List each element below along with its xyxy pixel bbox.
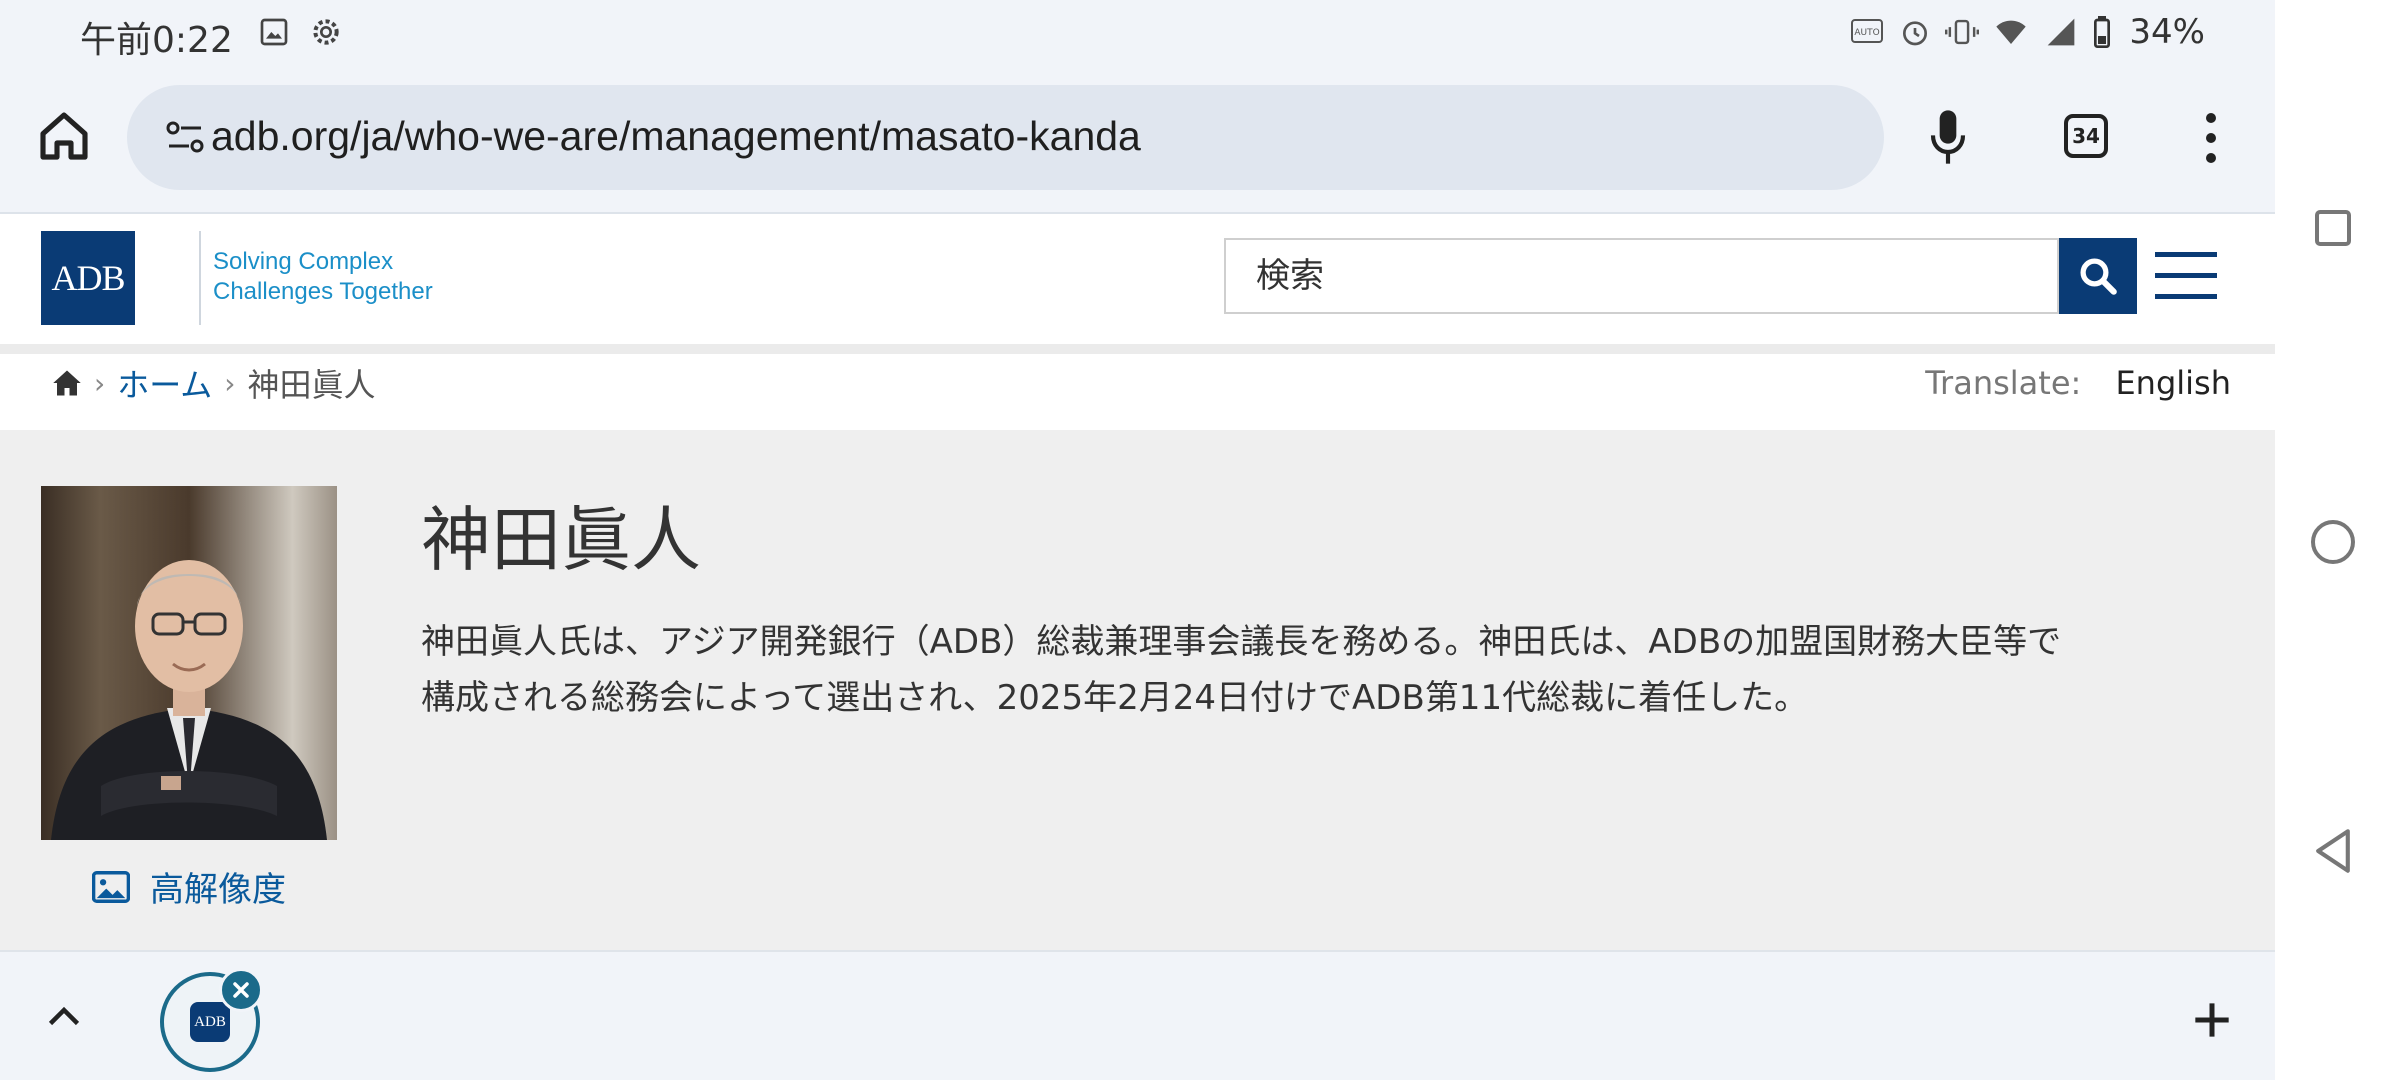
site-header: ADB Solving Complex Challenges Together … [0,212,2275,344]
wifi-icon [1996,20,2027,44]
close-icon [233,982,249,998]
hamburger-icon[interactable] [2155,252,2217,300]
search-input[interactable]: 検索 [1224,238,2059,314]
battery-percentage: 34% [2129,12,2205,52]
system-home-button[interactable] [2311,520,2355,564]
breadcrumb-separator: › [224,366,236,400]
breadcrumb-separator: › [94,366,106,400]
gear-icon [313,19,339,45]
home-icon[interactable] [36,108,92,164]
logo-divider [199,231,201,325]
breadcrumb-current: 神田眞人 [247,366,376,404]
tab-switcher-button[interactable]: 34 [2064,114,2108,158]
tab-strip: ADB [0,950,2275,1080]
close-tab-button[interactable] [219,968,263,1012]
picture-icon [92,870,130,903]
back-icon[interactable] [2313,828,2353,874]
translate-widget: Translate: English [1925,364,2231,402]
site-settings-icon[interactable] [165,119,205,155]
alarm-icon [1903,21,1928,46]
more-vert-icon[interactable] [2203,110,2219,166]
page-title: 神田眞人 [421,499,701,581]
breadcrumb: › ホーム › 神田眞人 [52,360,375,406]
profile-portrait [41,486,337,840]
vibrate-icon [1945,19,1980,45]
chevron-up-icon[interactable] [46,1002,82,1030]
image-icon [260,18,288,46]
url-text[interactable]: adb.org/ja/who-we-are/management/masato-… [211,113,1141,160]
battery-icon [2094,16,2111,48]
auto-hz-icon: AUTO [1851,19,1884,43]
recents-button[interactable] [2315,210,2351,246]
plus-icon[interactable] [2192,1000,2232,1040]
browser-toolbar: adb.org/ja/who-we-are/management/masato-… [0,64,2275,212]
status-system-icons: AUTO 34% [1851,12,2205,52]
profile-section: 高解像度 神田眞人 神田眞人氏は、アジア開発銀行（ADB）総裁兼理事会議長を務め… [0,430,2275,950]
high-resolution-link[interactable]: 高解像度 [92,862,286,911]
translate-label: Translate: [1925,364,2082,402]
tagline-line2: Challenges Together [213,278,433,305]
svg-text:AUTO: AUTO [1855,28,1880,38]
bio-line: 神田眞人氏は、アジア開発銀行（ADB）総裁兼理事会議長を務める。神田氏は、ADB… [421,622,2062,662]
status-notification-icons [258,16,342,48]
system-nav-bar [2275,0,2400,1080]
tagline-line1: Solving Complex [213,248,394,275]
search-icon [2080,258,2117,295]
mic-icon[interactable] [1928,105,1968,169]
adb-logo[interactable]: ADB [41,231,135,325]
tagline: Solving Complex Challenges Together [213,247,433,307]
breadcrumb-row: › ホーム › 神田眞人 Translate: English [0,354,2275,430]
address-bar[interactable]: adb.org/ja/who-we-are/management/masato-… [127,85,1884,190]
search-button[interactable] [2059,238,2137,314]
signal-icon [2048,18,2075,46]
header-divider [0,344,2275,354]
status-time: 午前0:22 [80,20,233,61]
bio-line: 構成される総務会によって選出され、2025年2月24日付けでADB第11代総裁に… [421,678,1809,718]
status-bar: 午前0:22 AUTO 34% [0,0,2275,64]
translate-language-link[interactable]: English [2115,364,2231,402]
breadcrumb-home-icon[interactable] [52,369,82,397]
tab-favicon: ADB [190,1002,230,1042]
breadcrumb-home-link[interactable]: ホーム [117,360,212,406]
high-resolution-label[interactable]: 高解像度 [150,862,286,911]
profile-bio: 神田眞人氏は、アジア開発銀行（ADB）総裁兼理事会議長を務める。神田氏は、ADB… [421,614,2201,726]
